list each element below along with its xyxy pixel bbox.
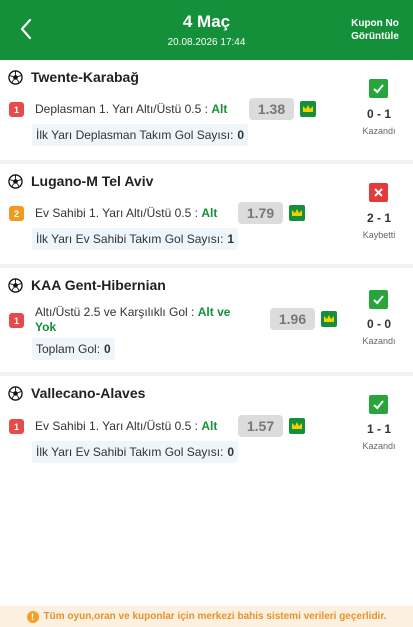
match-list: Twente-Karabağ 1 Deplasman 1. Yarı Altı/…	[0, 60, 413, 478]
check-icon	[369, 395, 388, 414]
bet-order-badge: 1	[9, 313, 24, 328]
bet-description: Altı/Üstü 2.5 ve Karşılıklı Gol : Alt ve…	[35, 305, 245, 335]
odd-value[interactable]: 1.79	[238, 202, 283, 224]
match-header: Twente-Karabağ	[8, 68, 139, 86]
bet-description: Deplasman 1. Yarı Altı/Üstü 0.5 : Alt	[35, 102, 245, 117]
match-card: Vallecano-Alaves 1 Ev Sahibi 1. Yarı Alt…	[0, 376, 413, 478]
check-icon	[369, 79, 388, 98]
result-label: Kazandı	[362, 126, 396, 136]
info-label: İlk Yarı Deplasman Takım Gol Sayısı:	[36, 128, 234, 142]
soccer-ball-icon	[8, 277, 23, 293]
bet-market: Ev Sahibi 1. Yarı Altı/Üstü 0.5 :	[35, 206, 202, 220]
match-card: Lugano-M Tel Aviv 2 Ev Sahibi 1. Yarı Al…	[0, 164, 413, 264]
bet-market: Altı/Üstü 2.5 ve Karşılıklı Gol :	[35, 305, 198, 319]
bet-order-badge: 2	[9, 206, 24, 221]
match-header: KAA Gent-Hibernian	[8, 276, 166, 294]
info-value: 0	[104, 342, 111, 356]
info-value: 1	[227, 232, 235, 246]
footer-notice-text: Tüm oyun,oran ve kuponlar için merkezi b…	[43, 611, 387, 622]
bet-selection: Alt	[211, 102, 228, 116]
match-score: 0 - 1	[366, 107, 391, 121]
cross-icon	[369, 183, 388, 202]
match-info-box: İlk Yarı Ev Sahibi Takım Gol Sayısı: 1	[32, 228, 239, 250]
info-value: 0	[227, 445, 235, 459]
bet-selection: Alt	[201, 206, 218, 220]
match-card: Twente-Karabağ 1 Deplasman 1. Yarı Altı/…	[0, 60, 413, 160]
soccer-ball-icon	[8, 69, 23, 85]
soccer-ball-icon	[8, 385, 23, 401]
match-title: Lugano-M Tel Aviv	[31, 173, 154, 189]
info-value: 0	[237, 128, 245, 142]
result-label: Kaybetti	[362, 230, 396, 240]
info-label: İlk Yarı Ev Sahibi Takım Gol Sayısı:	[36, 445, 224, 459]
info-label: Toplam Gol:	[36, 342, 101, 356]
info-icon: !	[26, 610, 39, 623]
bet-order-badge: 1	[9, 102, 24, 117]
crown-icon	[300, 101, 316, 117]
header-bar: 4 Maç 20.08.2026 17:44 Kupon No Görüntül…	[0, 0, 413, 60]
view-label: Görüntüle	[351, 31, 399, 42]
view-coupon-number-button[interactable]: Kupon No Görüntüle	[347, 17, 403, 43]
result-label: Kazandı	[362, 336, 396, 346]
odd-value[interactable]: 1.96	[270, 308, 315, 330]
kupon-no-label: Kupon No	[351, 18, 399, 29]
match-score: 0 - 0	[366, 317, 391, 331]
match-info-box: İlk Yarı Ev Sahibi Takım Gol Sayısı: 0	[32, 441, 239, 463]
soccer-ball-icon	[8, 173, 23, 189]
crown-icon	[289, 418, 305, 434]
odd-value[interactable]: 1.57	[238, 415, 283, 437]
bet-market: Deplasman 1. Yarı Altı/Üstü 0.5 :	[35, 102, 212, 116]
match-header: Vallecano-Alaves	[8, 384, 145, 402]
match-card: KAA Gent-Hibernian 1 Altı/Üstü 2.5 ve Ka…	[0, 268, 413, 372]
result-label: Kazandı	[362, 441, 396, 451]
bet-selection: Alt	[201, 419, 218, 433]
match-score: 1 - 1	[366, 422, 391, 436]
match-info-box: İlk Yarı Deplasman Takım Gol Sayısı: 0	[32, 124, 249, 146]
match-score: 2 - 1	[366, 211, 391, 225]
odd-value[interactable]: 1.38	[249, 98, 294, 120]
match-title: KAA Gent-Hibernian	[31, 277, 166, 293]
bet-order-badge: 1	[9, 419, 24, 434]
match-title: Twente-Karabağ	[31, 69, 139, 85]
match-header: Lugano-M Tel Aviv	[8, 172, 153, 190]
match-title: Vallecano-Alaves	[31, 385, 146, 401]
bet-market: Ev Sahibi 1. Yarı Altı/Üstü 0.5 :	[35, 419, 202, 433]
crown-icon	[321, 311, 337, 327]
match-info-box: Toplam Gol: 0	[32, 338, 115, 360]
bet-description: Ev Sahibi 1. Yarı Altı/Üstü 0.5 : Alt	[35, 419, 235, 434]
check-icon	[369, 290, 388, 309]
crown-icon	[289, 205, 305, 221]
info-label: İlk Yarı Ev Sahibi Takım Gol Sayısı:	[36, 232, 224, 246]
bet-description: Ev Sahibi 1. Yarı Altı/Üstü 0.5 : Alt	[35, 206, 235, 221]
footer-notice: ! Tüm oyun,oran ve kuponlar için merkezi…	[0, 606, 413, 627]
